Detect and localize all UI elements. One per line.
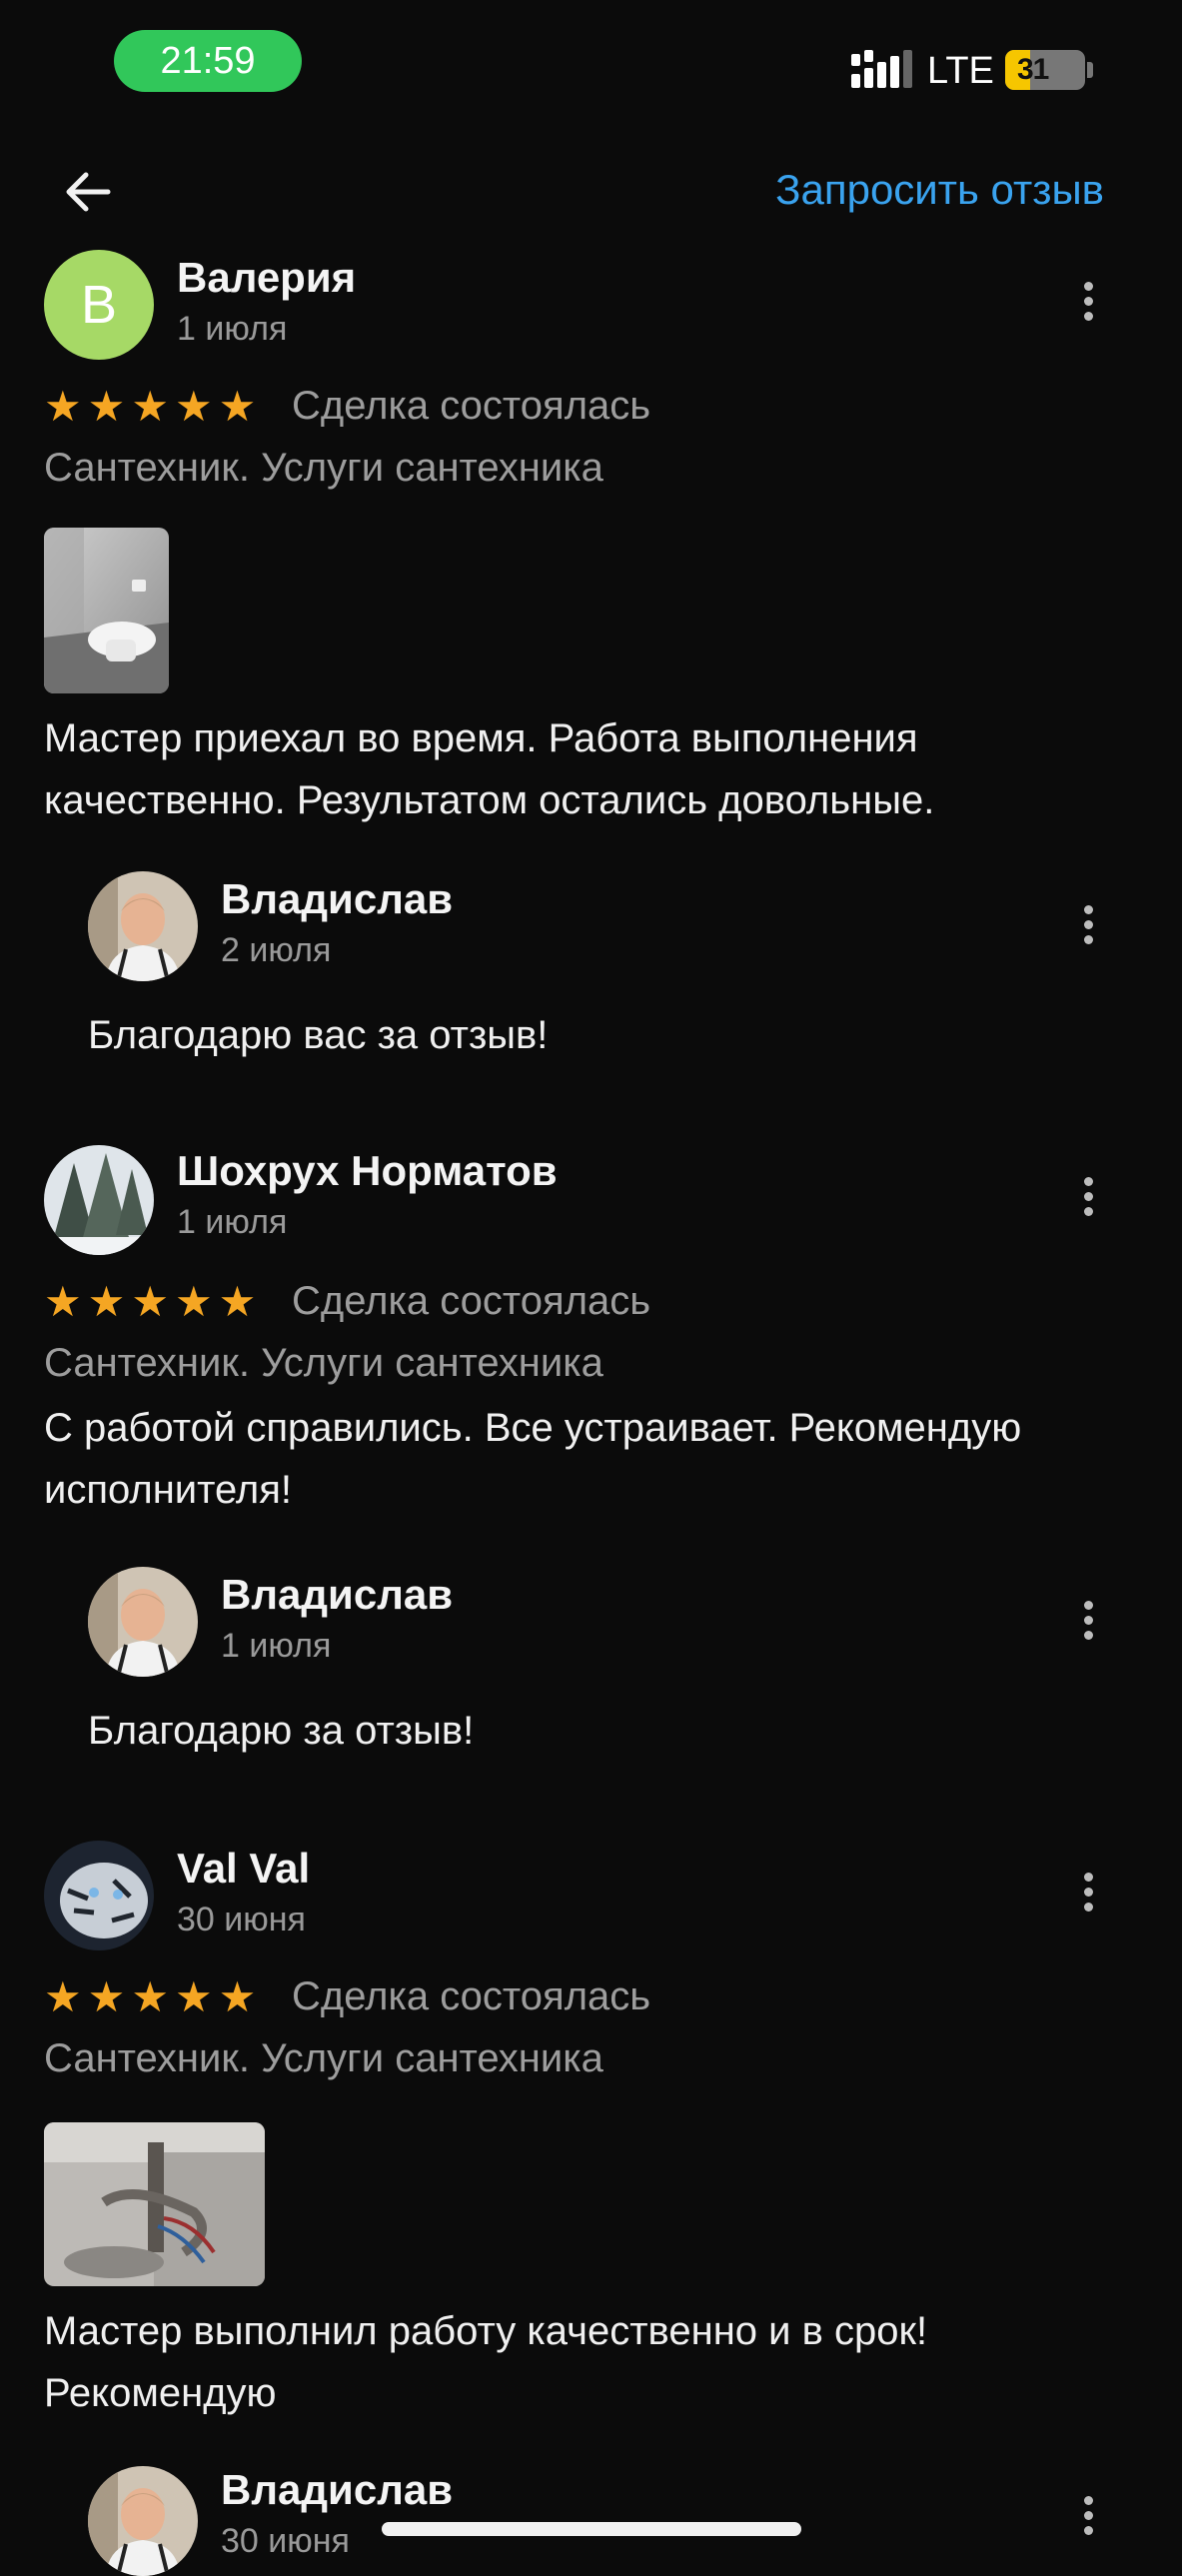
reply-text: Благодарю за отзыв!: [88, 1709, 475, 1753]
review-author[interactable]: Шохрух Норматов: [177, 1147, 558, 1195]
avatar[interactable]: [88, 871, 198, 981]
star-icon: ★: [174, 383, 213, 430]
rating-stars: ★ ★ ★ ★ ★: [44, 1281, 256, 1323]
review-category: Сантехник. Услуги сантехника: [44, 2036, 603, 2080]
review-text: Мастер приехал во время. Работа выполнен…: [44, 716, 935, 822]
vladislav-avatar: [88, 871, 198, 981]
reply-author[interactable]: Владислав: [221, 875, 453, 923]
rating-stars: ★ ★ ★ ★ ★: [44, 1976, 256, 2018]
request-review-button[interactable]: Запросить отзыв: [775, 166, 1104, 214]
star-icon: ★: [174, 1278, 213, 1325]
star-icon: ★: [44, 1973, 82, 2020]
review-author[interactable]: Val Val: [177, 1845, 310, 1893]
reply-author[interactable]: Владислав: [221, 2466, 453, 2514]
reply-date: 2 июля: [221, 931, 332, 969]
star-icon: ★: [87, 1973, 126, 2020]
avatar[interactable]: В: [44, 250, 154, 360]
pipes-photo: [44, 2122, 265, 2286]
vladislav-avatar: [88, 2466, 198, 2576]
more-options-icon[interactable]: [1068, 266, 1108, 336]
avatar[interactable]: [44, 1841, 154, 1950]
avatar[interactable]: [44, 1145, 154, 1255]
star-icon: ★: [131, 383, 169, 430]
vladislav-avatar: [88, 1567, 198, 1677]
star-icon: ★: [218, 383, 257, 430]
star-icon: ★: [131, 1973, 169, 2020]
status-time: 21:59: [114, 30, 302, 92]
more-options-icon[interactable]: [1068, 1857, 1108, 1927]
deal-status: Сделка состоялась: [292, 1974, 651, 2018]
review-date: 1 июля: [177, 1203, 288, 1241]
battery-icon: 31: [1005, 50, 1085, 90]
review-text: С работой справились. Все устраивает. Ре…: [44, 1406, 1022, 1512]
reply-date: 30 июня: [221, 2522, 350, 2560]
status-bar: 21:59 LTE 31: [0, 0, 1182, 130]
review-category: Сантехник. Услуги сантехника: [44, 446, 603, 490]
more-options-icon[interactable]: [1068, 889, 1108, 959]
trees-avatar: [44, 1145, 154, 1255]
battery-level: 31: [1017, 53, 1049, 86]
network-type: LTE: [927, 50, 994, 92]
star-icon: ★: [218, 1973, 257, 2020]
review-date: 30 июня: [177, 1901, 306, 1938]
home-indicator[interactable]: [382, 2522, 801, 2536]
review-photo[interactable]: [44, 2122, 265, 2286]
star-icon: ★: [44, 1278, 82, 1325]
review-photo[interactable]: [44, 528, 169, 693]
avatar[interactable]: [88, 2466, 198, 2576]
review-author[interactable]: Валерия: [177, 254, 356, 302]
tiger-avatar: [44, 1841, 154, 1950]
signal-icon: [851, 50, 912, 88]
battery-cap: [1087, 62, 1093, 78]
more-options-icon[interactable]: [1068, 1161, 1108, 1231]
more-options-icon[interactable]: [1068, 1585, 1108, 1655]
reply-date: 1 июля: [221, 1627, 332, 1665]
avatar[interactable]: [88, 1567, 198, 1677]
star-icon: ★: [87, 383, 126, 430]
deal-status: Сделка состоялась: [292, 1279, 651, 1323]
arrow-left-icon: [66, 172, 111, 212]
review-text: Мастер выполнил работу качественно и в с…: [44, 2309, 928, 2415]
rating-stars: ★ ★ ★ ★ ★: [44, 386, 256, 428]
review-date: 1 июля: [177, 310, 288, 348]
star-icon: ★: [87, 1278, 126, 1325]
more-options-icon[interactable]: [1068, 2480, 1108, 2550]
star-icon: ★: [174, 1973, 213, 2020]
star-icon: ★: [44, 383, 82, 430]
star-icon: ★: [131, 1278, 169, 1325]
star-icon: ★: [218, 1278, 257, 1325]
toilet-photo: [44, 528, 169, 693]
reply-author[interactable]: Владислав: [221, 1571, 453, 1619]
review-category: Сантехник. Услуги сантехника: [44, 1341, 603, 1385]
back-button[interactable]: [50, 154, 126, 230]
reply-text: Благодарю вас за отзыв!: [88, 1013, 549, 1057]
deal-status: Сделка состоялась: [292, 384, 651, 428]
